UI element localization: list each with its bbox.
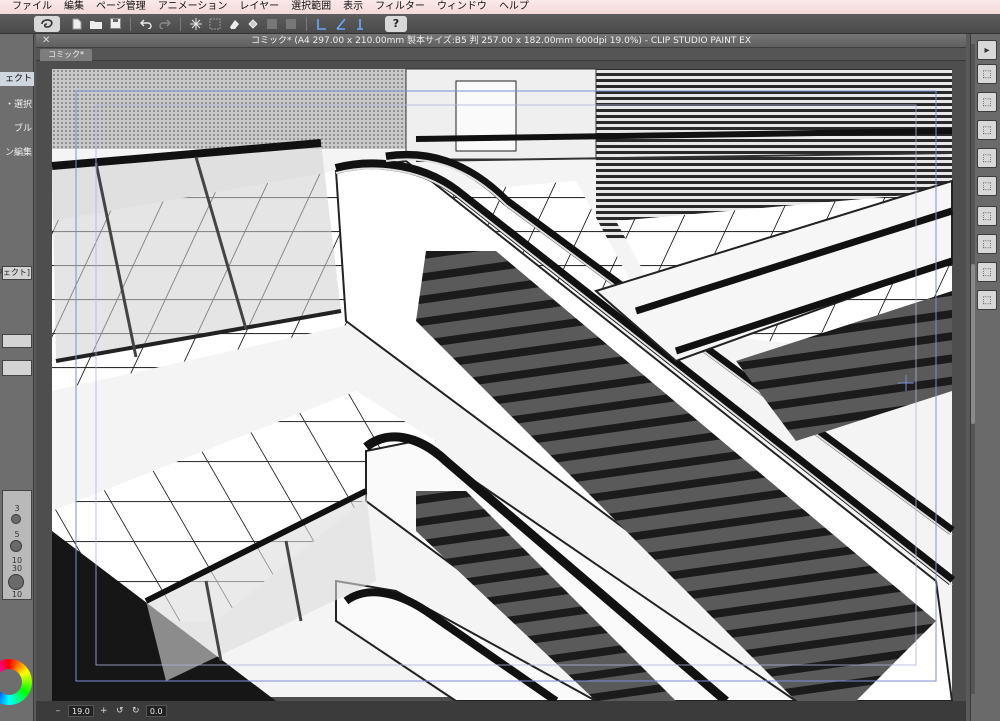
undo-icon[interactable]	[138, 16, 154, 32]
zoom-out-icon[interactable]: –	[52, 705, 64, 717]
menu-page[interactable]: ページ管理	[90, 0, 152, 14]
brush-size-100[interactable]: 10	[0, 590, 34, 599]
palette-collapse-icon[interactable]: ▸	[977, 40, 997, 60]
sub-tool-edit[interactable]: ン編集	[0, 146, 34, 160]
brush-size-30[interactable]: 30	[0, 564, 34, 573]
save-icon[interactable]	[107, 16, 123, 32]
layer-property-icon[interactable]: ⬚	[977, 120, 997, 140]
color-wheel[interactable]	[0, 659, 32, 705]
material-icon[interactable]: ⬚	[977, 176, 997, 196]
sub-tool-select[interactable]: ・選択	[0, 98, 34, 112]
menu-bar: ファイル 編集 ページ管理 アニメーション レイヤー 選択範囲 表示 フィルター…	[0, 0, 1000, 14]
document-tab[interactable]: コミック*	[40, 49, 92, 61]
vertical-scrollbar[interactable]	[971, 44, 975, 694]
new-file-icon[interactable]	[69, 16, 85, 32]
rotate-right-icon[interactable]: ↻	[130, 705, 142, 717]
right-palette-dock: ▸ ⬚ ⬚ ⬚ ⬚ ⬚ ⬚ ⬚ ⬚ ⬚	[970, 34, 1000, 721]
tool-property-field[interactable]	[2, 360, 32, 376]
canvas-area[interactable]	[36, 61, 966, 701]
brush-size-dot[interactable]	[11, 514, 21, 524]
brush-size-dot[interactable]	[10, 540, 22, 552]
sub-tool-table[interactable]: ブル	[0, 122, 34, 136]
scrollbar-thumb[interactable]	[971, 264, 975, 424]
layer-icon[interactable]	[264, 16, 280, 32]
sub-tool-object-field[interactable]: ジェクト]	[0, 266, 32, 280]
menu-animation[interactable]: アニメーション	[152, 0, 234, 14]
sub-view-icon[interactable]: ⬚	[977, 92, 997, 112]
rotate-left-icon[interactable]: ↺	[114, 705, 126, 717]
clip-studio-logo-icon[interactable]	[34, 15, 60, 32]
status-bar: – 19.0 + ↺ ↻ 0.0	[36, 701, 966, 721]
menu-edit[interactable]: 編集	[58, 0, 90, 14]
brush-size-5[interactable]: 5	[0, 530, 34, 539]
document-title: コミック* (A4 297.00 x 210.00mm 製本サイズ:B5 判 2…	[250, 36, 752, 46]
canvas-artwork	[51, 68, 956, 701]
item-bank-icon[interactable]: ⬚	[977, 262, 997, 282]
snap-special-ruler-icon[interactable]	[333, 16, 349, 32]
menu-file[interactable]: ファイル	[6, 0, 58, 14]
tool-property-dropdown[interactable]	[2, 334, 32, 348]
auto-action-icon[interactable]: ⬚	[977, 290, 997, 310]
history-icon[interactable]: ⬚	[977, 234, 997, 254]
menu-help[interactable]: ヘルプ	[493, 0, 535, 14]
fill-icon[interactable]	[245, 16, 261, 32]
menu-view[interactable]: 表示	[337, 0, 369, 14]
transform-icon[interactable]	[188, 16, 204, 32]
menu-layer[interactable]: レイヤー	[233, 0, 285, 14]
open-folder-icon[interactable]	[88, 16, 104, 32]
brush-size-3[interactable]: 3	[0, 504, 34, 513]
menu-filter[interactable]: フィルター	[369, 0, 431, 14]
select-all-icon[interactable]	[207, 16, 223, 32]
layer-mask-icon[interactable]	[283, 16, 299, 32]
clear-icon[interactable]	[226, 16, 242, 32]
menu-window[interactable]: ウィンドウ	[431, 0, 493, 14]
rotation-field[interactable]: 0.0	[145, 705, 167, 717]
animation-cel-icon[interactable]: ⬚	[977, 206, 997, 226]
snap-grid-icon[interactable]	[352, 16, 368, 32]
toolbar-separator	[180, 16, 181, 31]
brush-size-dot[interactable]	[8, 574, 24, 590]
navigator-icon[interactable]: ⬚	[977, 64, 997, 84]
zoom-field[interactable]: 19.0	[68, 705, 94, 717]
sub-tool-object-label: ジェクト]	[0, 268, 30, 277]
command-bar: ?	[0, 14, 1000, 34]
zoom-in-icon[interactable]: +	[98, 705, 110, 717]
left-palette-dock: ェクト ・選択 ブル ン編集 ジェクト] 3 5 10 30 10	[0, 34, 34, 721]
layer-search-icon[interactable]: ⬚	[977, 148, 997, 168]
document-tabbar: コミック*	[36, 48, 966, 61]
help-icon[interactable]: ?	[385, 15, 407, 32]
toolbar-separator	[130, 16, 131, 31]
redo-icon[interactable]	[157, 16, 173, 32]
menu-selection[interactable]: 選択範囲	[285, 0, 337, 14]
toolbar-separator	[306, 16, 307, 31]
snap-ruler-icon[interactable]	[314, 16, 330, 32]
document-titlebar: ✕ コミック* (A4 297.00 x 210.00mm 製本サイズ:B5 判…	[36, 34, 966, 48]
sub-tool-tab-object[interactable]: ェクト	[0, 72, 34, 86]
